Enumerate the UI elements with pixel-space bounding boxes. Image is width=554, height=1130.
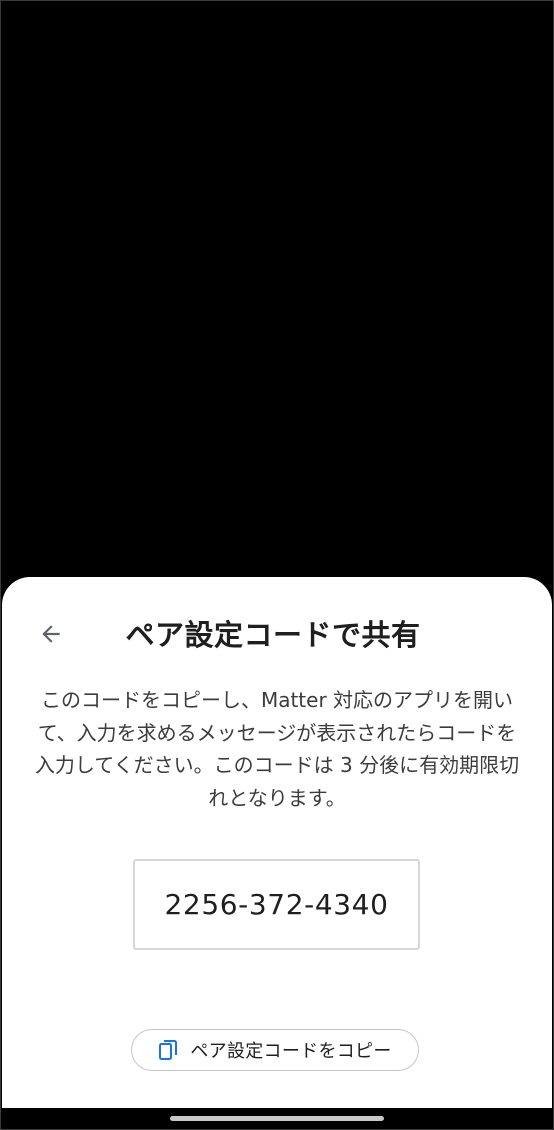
sheet-description: このコードをコピーし、Matter 対応のアプリを開いて、入力を求めるメッセージ… [34, 688, 520, 810]
pairing-code-box: 2256-372-4340 [133, 859, 420, 950]
home-indicator[interactable] [170, 1116, 384, 1121]
scrim-backdrop[interactable] [0, 0, 554, 580]
screen: ペア設定コードで共有 このコードをコピーし、Matter 対応のアプリを開いて、… [0, 0, 554, 1130]
copy-pairing-code-button[interactable]: ペア設定コードをコピー [131, 1029, 419, 1071]
sheet-title: ペア設定コードで共有 [125, 618, 421, 652]
back-button[interactable] [34, 617, 68, 651]
content-copy-icon [158, 1040, 178, 1060]
copy-button-label: ペア設定コードをコピー [190, 1041, 392, 1062]
arrow-back-icon [38, 621, 64, 647]
pairing-code: 2256-372-4340 [164, 888, 389, 921]
